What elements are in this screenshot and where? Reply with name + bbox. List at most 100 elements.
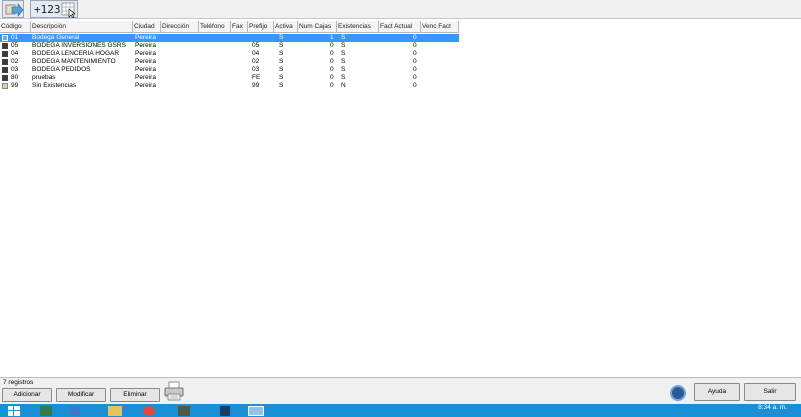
- cell-prefix: 05: [252, 42, 260, 49]
- cell-stock: S: [341, 66, 346, 73]
- cell-prefix: 03: [252, 66, 260, 73]
- cell-prefix: 99: [252, 82, 260, 89]
- col-header-prefix[interactable]: Prefijo: [248, 21, 274, 33]
- counter-label: +123: [34, 3, 61, 16]
- cell-stock: S: [341, 74, 346, 81]
- cell-prefix: 02: [252, 58, 260, 65]
- row-checkbox[interactable]: [2, 67, 8, 73]
- toolbar: +123: [0, 0, 801, 19]
- os-taskbar: 8:34 a. m.: [0, 404, 801, 417]
- cell-code: 99: [11, 82, 19, 89]
- cell-code: 02: [11, 58, 19, 65]
- cell-code: 05: [11, 42, 19, 49]
- cell-city: Pereira: [135, 42, 156, 49]
- cell-code: 04: [11, 50, 19, 57]
- cell-city: Pereira: [135, 66, 156, 73]
- folder-icon[interactable]: [108, 406, 122, 416]
- help-button[interactable]: Ayuda: [694, 383, 740, 401]
- cell-active: S: [279, 34, 284, 41]
- grid-header: Código Descripción Ciudad Dirección Telé…: [0, 21, 459, 33]
- row-checkbox[interactable]: [2, 51, 8, 57]
- cell-city: Pereira: [135, 50, 156, 57]
- cell-active: S: [279, 50, 284, 57]
- footer-panel: 7 registros Adicionar Modificar Eliminar…: [0, 377, 801, 404]
- cell-city: Pereira: [135, 58, 156, 65]
- col-header-invoice-expiry[interactable]: Venc Fact: [421, 21, 459, 33]
- cell-active: S: [279, 42, 284, 49]
- cell-code: 01: [11, 34, 19, 41]
- row-checkbox[interactable]: [2, 43, 8, 49]
- chrome-icon[interactable]: [143, 406, 155, 416]
- cell-current-invoice: 0: [413, 42, 417, 49]
- cell-stock: S: [341, 58, 346, 65]
- cell-current-invoice: 0: [413, 34, 417, 41]
- col-header-city[interactable]: Ciudad: [133, 21, 161, 33]
- arrow-right-icon: [5, 3, 24, 17]
- cell-stock: S: [341, 50, 346, 57]
- cell-stock: N: [341, 82, 346, 89]
- cell-prefix: FE: [252, 74, 261, 81]
- cell-code: 03: [11, 66, 19, 73]
- table-row[interactable]: 04 BODEGA LENCERIA HOGAR Pereira 04 S 0 …: [0, 50, 459, 58]
- col-header-active[interactable]: Activa: [274, 21, 298, 33]
- col-header-address[interactable]: Dirección: [161, 21, 199, 33]
- cell-active: S: [279, 58, 284, 65]
- active-app-icon[interactable]: [248, 406, 264, 416]
- cell-stock: S: [341, 34, 346, 41]
- settings-icon[interactable]: [670, 385, 686, 401]
- exit-button[interactable]: Salir: [744, 383, 796, 401]
- cell-active: S: [279, 82, 284, 89]
- table-row[interactable]: 02 BODEGA MANTENIMIENTO Pereira 02 S 0 S…: [0, 58, 459, 66]
- printer-icon: [164, 381, 184, 401]
- cell-code: 80: [11, 74, 19, 81]
- table-row[interactable]: 01 Bodega General Pereira S 1 S 0: [0, 34, 459, 42]
- table-row[interactable]: 05 BODEGA INVERSIONES GSRS Pereira 05 S …: [0, 42, 459, 50]
- cell-description: Sin Existencias: [32, 82, 77, 89]
- cell-current-invoice: 0: [413, 74, 417, 81]
- table-row[interactable]: 99 Sin Existencias Pereira 99 S 0 N 0: [0, 82, 459, 90]
- cell-description: pruebas: [32, 74, 56, 81]
- table-row[interactable]: 80 pruebas Pereira FE S 0 S 0: [0, 74, 459, 82]
- cell-boxes: 1: [330, 34, 334, 41]
- col-header-boxes[interactable]: Num Cajas: [298, 21, 337, 33]
- cell-active: S: [279, 74, 284, 81]
- cell-active: S: [279, 66, 284, 73]
- col-header-description[interactable]: Descripción: [31, 21, 133, 33]
- table-row[interactable]: 03 BODEGA PEDIDOS Pereira 03 S 0 S 0: [0, 66, 459, 74]
- numbering-button[interactable]: +123: [30, 0, 78, 18]
- document-icon[interactable]: [70, 406, 80, 416]
- record-count: 7 registros: [3, 379, 34, 386]
- delete-button[interactable]: Eliminar: [110, 388, 160, 402]
- row-checkbox[interactable]: [2, 35, 8, 41]
- row-checkbox[interactable]: [2, 83, 8, 89]
- cell-boxes: 0: [330, 42, 334, 49]
- cell-current-invoice: 0: [413, 82, 417, 89]
- col-header-current-invoice[interactable]: Fact Actual: [379, 21, 421, 33]
- cell-description: Bodega General: [32, 34, 80, 41]
- navigate-button[interactable]: [2, 0, 24, 18]
- cell-current-invoice: 0: [413, 58, 417, 65]
- cell-boxes: 0: [330, 58, 334, 65]
- grid-cursor-icon: [61, 2, 76, 18]
- cell-boxes: 0: [330, 66, 334, 73]
- col-header-phone[interactable]: Teléfono: [199, 21, 231, 33]
- taskbar-clock[interactable]: 8:34 a. m.: [758, 404, 787, 412]
- col-header-code[interactable]: Código: [0, 21, 31, 33]
- col-header-fax[interactable]: Fax: [231, 21, 248, 33]
- cell-description: BODEGA LENCERIA HOGAR: [32, 50, 120, 57]
- cell-boxes: 0: [330, 50, 334, 57]
- app-icon[interactable]: [178, 406, 190, 416]
- cell-current-invoice: 0: [413, 50, 417, 57]
- excel-icon[interactable]: [40, 406, 52, 416]
- print-button[interactable]: [164, 381, 184, 401]
- col-header-stock[interactable]: Existencias: [337, 21, 379, 33]
- modify-button[interactable]: Modificar: [56, 388, 106, 402]
- cell-description: BODEGA INVERSIONES GSRS: [32, 42, 126, 49]
- cell-prefix: 04: [252, 50, 260, 57]
- cell-city: Pereira: [135, 82, 156, 89]
- row-checkbox[interactable]: [2, 75, 8, 81]
- windows-start-icon[interactable]: [8, 406, 20, 416]
- row-checkbox[interactable]: [2, 59, 8, 65]
- add-button[interactable]: Adicionar: [2, 388, 52, 402]
- media-icon[interactable]: [220, 406, 230, 416]
